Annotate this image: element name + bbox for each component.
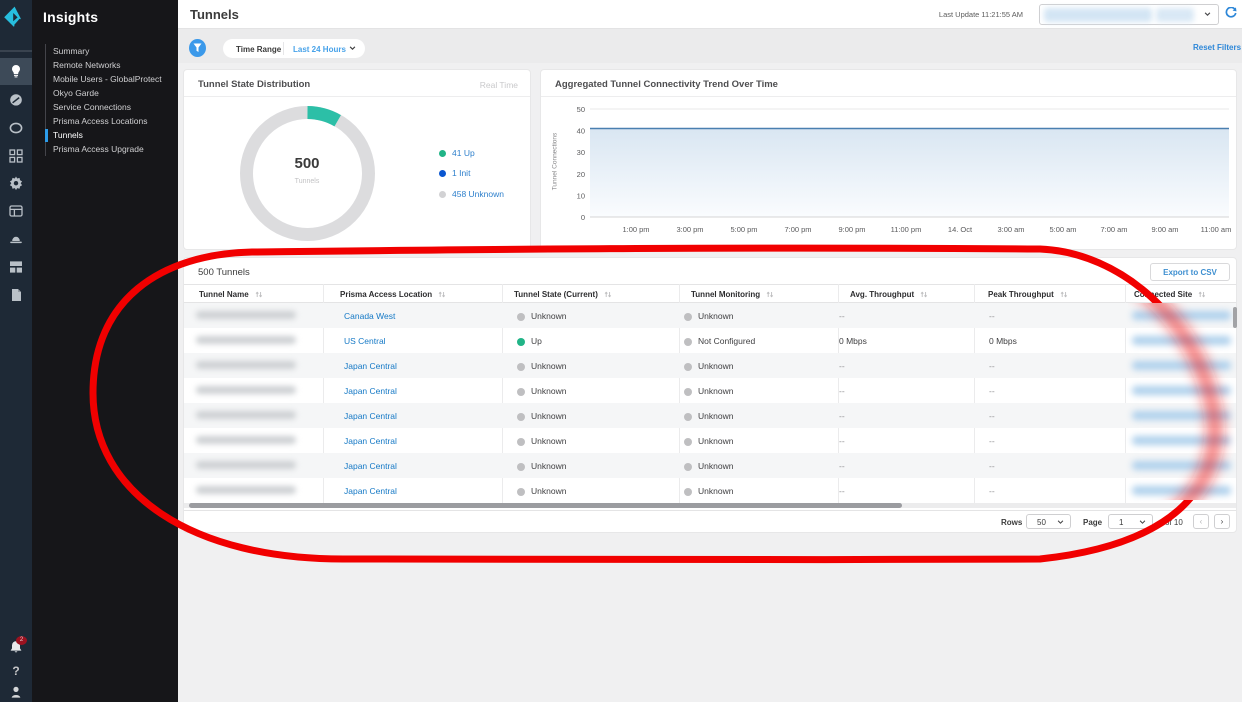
svg-text:11:00 pm: 11:00 pm (891, 225, 922, 234)
svg-text:10: 10 (577, 191, 585, 200)
svg-text:14. Oct: 14. Oct (948, 225, 973, 234)
svg-text:5:00 pm: 5:00 pm (730, 225, 757, 234)
svg-text:9:00 am: 9:00 am (1151, 225, 1178, 234)
svg-text:3:00 am: 3:00 am (997, 225, 1024, 234)
svg-text:7:00 am: 7:00 am (1100, 225, 1127, 234)
svg-text:50: 50 (577, 105, 585, 114)
svg-text:5:00 am: 5:00 am (1049, 225, 1076, 234)
svg-text:0: 0 (581, 213, 585, 222)
svg-text:11:00 am: 11:00 am (1201, 225, 1231, 234)
svg-text:20: 20 (577, 170, 585, 179)
svg-text:3:00 pm: 3:00 pm (676, 225, 703, 234)
svg-text:1:00 pm: 1:00 pm (622, 225, 649, 234)
svg-text:40: 40 (577, 127, 585, 136)
svg-text:30: 30 (577, 148, 585, 157)
svg-text:7:00 pm: 7:00 pm (784, 225, 811, 234)
svg-text:9:00 pm: 9:00 pm (838, 225, 865, 234)
